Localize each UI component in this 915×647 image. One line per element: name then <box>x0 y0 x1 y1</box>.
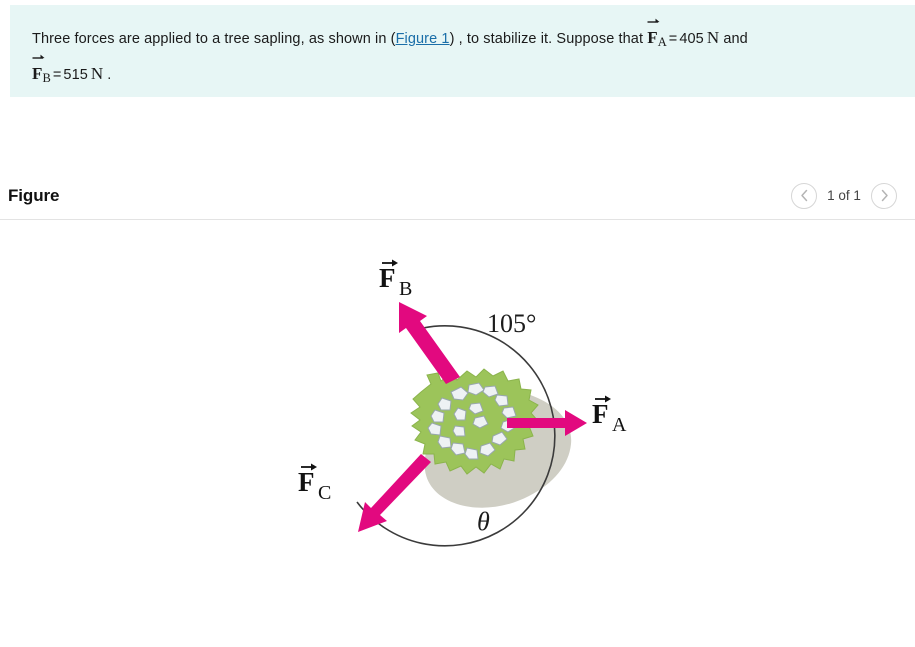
force-b-unit: N <box>90 64 104 83</box>
label-force-a-letter: F <box>592 399 609 429</box>
label-force-c-letter: F <box>298 467 315 497</box>
force-a-subscript: A <box>657 35 667 49</box>
force-a-equals: = <box>668 31 678 47</box>
force-b-arrow <box>399 302 460 384</box>
statement-text-part-1: Three forces are applied to a tree sapli… <box>32 31 396 47</box>
label-force-c-subscript: C <box>318 482 331 504</box>
angle-theta-label: θ <box>477 507 490 536</box>
force-a-unit: N <box>706 28 720 47</box>
force-a-symbol-letter: F <box>647 28 658 47</box>
figure-pager: 1 of 1 <box>791 182 897 209</box>
statement-text-part-2: ) , to stabilize it. Suppose that <box>449 31 644 47</box>
vector-arrow-icon <box>647 18 660 23</box>
problem-statement-panel: Three forces are applied to a tree sapli… <box>10 5 915 97</box>
statement-conjunction: and <box>723 31 748 47</box>
label-force-b-letter: F <box>379 263 396 293</box>
label-force-c: F C <box>298 463 331 504</box>
label-force-a-subscript: A <box>612 414 627 436</box>
figure-divider <box>0 219 915 220</box>
figure-prev-button[interactable] <box>791 182 817 209</box>
force-c-arrow <box>358 454 431 532</box>
figure-title: Figure <box>8 185 60 205</box>
label-force-b: F B <box>379 259 412 300</box>
problem-statement-text: Three forces are applied to a tree sapli… <box>32 18 893 93</box>
chevron-left-icon <box>800 189 807 202</box>
force-b-equals: = <box>52 67 62 83</box>
force-a-value: 405 <box>679 31 704 47</box>
figure-next-button[interactable] <box>871 182 897 209</box>
statement-period: . <box>107 67 112 83</box>
force-b-symbol-letter: F <box>32 64 43 83</box>
chevron-right-icon <box>881 189 888 202</box>
force-b-subscript: B <box>42 71 51 85</box>
figure-body: F B F A F C 105° θ <box>0 226 915 626</box>
figure-page-count: 1 of 1 <box>827 188 861 203</box>
force-a-symbol: FA <box>647 18 667 57</box>
figure-1-link[interactable]: Figure 1 <box>396 31 450 47</box>
force-b-symbol: FB <box>32 54 51 93</box>
label-force-a: F A <box>592 395 627 436</box>
force-diagram: F B F A F C 105° θ <box>298 259 627 547</box>
vector-arrow-icon <box>32 54 45 59</box>
angle-105-label: 105° <box>487 309 536 338</box>
force-b-value: 515 <box>63 67 88 83</box>
figure-header: Figure 1 of 1 <box>0 172 915 219</box>
label-force-b-subscript: B <box>399 278 412 300</box>
